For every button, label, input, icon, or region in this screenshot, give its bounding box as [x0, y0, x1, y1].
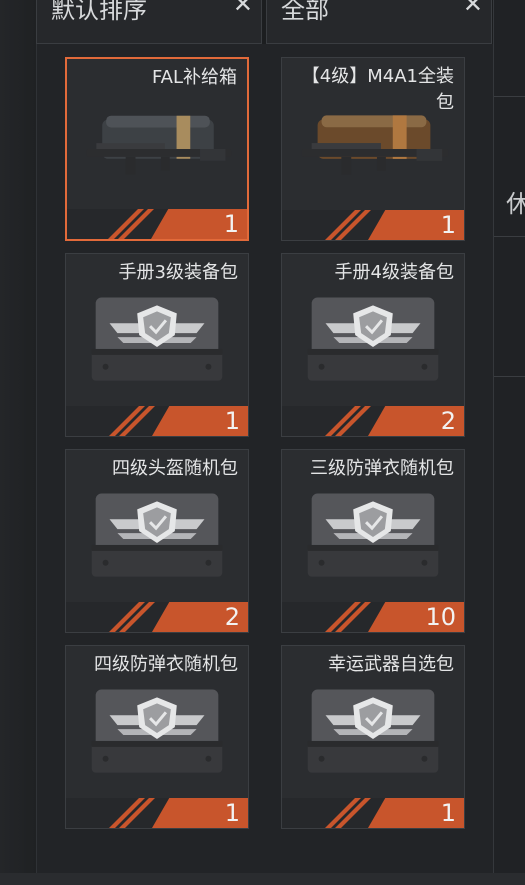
item-name: 四级防弹衣随机包 [94, 654, 238, 675]
item-card[interactable]: 幸运武器自选包 1 [281, 645, 465, 829]
item-name: FAL补给箱 [151, 67, 237, 88]
sort-filter-label: 默认排序 [51, 0, 147, 24]
bottom-strip [0, 873, 525, 885]
left-scroll-edge [0, 0, 37, 885]
category-filter-label: 全部 [281, 0, 329, 24]
item-footer: 1 [282, 798, 464, 828]
inventory-panel: FAL补给箱 1 【4级】M4A1全装包 1 手册3级装备包 1 手册4级装备包… [36, 44, 494, 873]
right-panel-label[interactable]: 休 [506, 184, 525, 219]
item-card[interactable]: FAL补给箱 1 [65, 57, 249, 241]
item-card[interactable]: 四级防弹衣随机包 1 [65, 645, 249, 829]
item-footer: 1 [66, 798, 248, 828]
item-quantity: 2 [440, 407, 456, 435]
item-quantity: 1 [224, 799, 240, 827]
item-quantity: 1 [440, 211, 456, 239]
item-name: 手册4级装备包 [334, 262, 454, 283]
item-quantity: 10 [425, 603, 456, 631]
item-card[interactable]: 【4级】M4A1全装包 1 [281, 57, 465, 241]
item-footer: 1 [282, 210, 464, 240]
item-name: 幸运武器自选包 [328, 654, 454, 675]
item-quantity: 1 [223, 210, 239, 238]
item-quantity: 1 [224, 407, 240, 435]
item-footer: 1 [67, 209, 247, 239]
close-icon[interactable]: ✕ [233, 0, 253, 18]
item-name: 四级头盔随机包 [112, 458, 238, 479]
item-name: 手册3级装备包 [118, 262, 238, 283]
item-footer: 10 [282, 602, 464, 632]
item-card[interactable]: 手册4级装备包 2 [281, 253, 465, 437]
item-card[interactable]: 四级头盔随机包 2 [65, 449, 249, 633]
item-name: 三级防弹衣随机包 [310, 458, 454, 479]
close-icon[interactable]: ✕ [463, 0, 483, 18]
item-quantity: 1 [440, 799, 456, 827]
item-card[interactable]: 手册3级装备包 1 [65, 253, 249, 437]
item-card[interactable]: 三级防弹衣随机包 10 [281, 449, 465, 633]
item-footer: 2 [66, 602, 248, 632]
category-filter[interactable]: 全部 ✕ [266, 0, 492, 44]
item-quantity: 2 [224, 603, 240, 631]
item-footer: 1 [66, 406, 248, 436]
item-name: 【4级】M4A1全装包 [301, 66, 454, 113]
sort-filter[interactable]: 默认排序 ✕ [36, 0, 262, 44]
right-side-panel: 休 [493, 0, 525, 885]
item-footer: 2 [282, 406, 464, 436]
